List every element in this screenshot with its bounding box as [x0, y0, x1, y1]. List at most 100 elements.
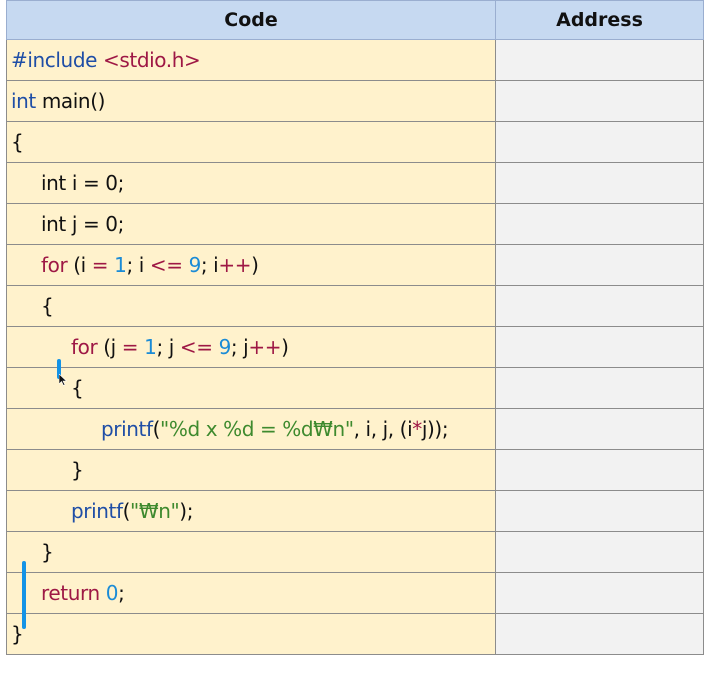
- table-row: int i = 0;: [6, 162, 704, 204]
- code-cell[interactable]: printf("₩n");: [6, 490, 496, 532]
- code-text: j));: [421, 417, 449, 441]
- operator-token: =: [91, 253, 109, 277]
- code-text: ; i: [200, 253, 219, 277]
- code-line: }: [11, 622, 24, 646]
- code-cell[interactable]: int j = 0;: [6, 203, 496, 245]
- code-cell[interactable]: }: [6, 531, 496, 573]
- keyword-token: for: [41, 253, 68, 277]
- code-cell[interactable]: for (i = 1; i <= 9; i++): [6, 244, 496, 286]
- keyword-token: return: [41, 581, 100, 605]
- function-token: printf: [101, 417, 153, 441]
- preprocessor-token: #include: [11, 48, 98, 72]
- code-line: for (i = 1; i <= 9; i++): [7, 253, 259, 277]
- keyword-token: int: [41, 171, 66, 195]
- address-cell[interactable]: [495, 408, 704, 450]
- number-token: 1: [144, 335, 157, 359]
- code-text: (: [122, 499, 131, 523]
- operator-token: ++: [248, 335, 282, 359]
- highlight-mark: [22, 561, 26, 629]
- operator-token: =: [121, 335, 139, 359]
- code-text: (: [152, 417, 161, 441]
- mouse-pointer-icon: [59, 374, 67, 386]
- address-cell[interactable]: [495, 121, 704, 163]
- operator-token: <=: [179, 335, 213, 359]
- code-line: for (j = 1; j <= 9; j++): [7, 335, 289, 359]
- code-cell[interactable]: int main(): [6, 80, 496, 122]
- code-line: {: [11, 130, 24, 154]
- address-cell[interactable]: [495, 326, 704, 368]
- code-text: ;: [118, 581, 125, 605]
- table-row: for (i = 1; i <= 9; i++): [6, 244, 704, 286]
- code-line: int main(): [7, 89, 105, 113]
- number-token: 9: [188, 253, 202, 277]
- address-cell[interactable]: [495, 531, 704, 573]
- string-token: "₩n": [130, 499, 180, 523]
- code-line: #include <stdio.h>: [7, 48, 201, 72]
- address-cell[interactable]: [495, 367, 704, 409]
- address-cell[interactable]: [495, 285, 704, 327]
- code-text: main(): [35, 89, 106, 113]
- number-token: 9: [218, 335, 232, 359]
- code-cell[interactable]: }: [6, 449, 496, 491]
- table-row: for (j = 1; j <= 9; j++): [6, 326, 704, 368]
- header-row: Code Address: [6, 0, 704, 40]
- code-line: printf("₩n");: [7, 499, 193, 523]
- code-cell[interactable]: #include <stdio.h>: [6, 39, 496, 81]
- table-row: printf("%d x %d = %d₩n", i, j, (i*j));: [6, 408, 704, 450]
- code-cell[interactable]: int i = 0;: [6, 162, 496, 204]
- number-token: 1: [114, 253, 127, 277]
- table-row: int j = 0;: [6, 203, 704, 245]
- table-row: {: [6, 121, 704, 163]
- code-text: , i, j, (i: [353, 417, 413, 441]
- keyword-token: int: [41, 212, 66, 236]
- code-text: ; j: [230, 335, 249, 359]
- address-cell[interactable]: [495, 449, 704, 491]
- header-token: <stdio.h>: [103, 48, 201, 72]
- address-cell[interactable]: [495, 39, 704, 81]
- code-line: }: [71, 458, 84, 482]
- table-row: printf("₩n");: [6, 490, 704, 532]
- table-row: return 0;: [6, 572, 704, 614]
- code-text: ): [281, 335, 289, 359]
- operator-token: <=: [149, 253, 183, 277]
- code-line: printf("%d x %d = %d₩n", i, j, (i*j));: [7, 417, 449, 441]
- header-code[interactable]: Code: [6, 0, 496, 40]
- code-cell[interactable]: printf("%d x %d = %d₩n", i, j, (i*j));: [6, 408, 496, 450]
- code-line: int j = 0;: [7, 212, 124, 236]
- code-line: {: [71, 376, 84, 400]
- code-text: );: [179, 499, 194, 523]
- code-cell[interactable]: {: [6, 285, 496, 327]
- code-cell[interactable]: {: [6, 121, 496, 163]
- table-row: }: [6, 449, 704, 491]
- code-text: ; i: [126, 253, 150, 277]
- code-text: j: [65, 212, 83, 236]
- code-text: 0;: [99, 212, 124, 236]
- code-line: {: [41, 294, 54, 318]
- operator-token: ++: [218, 253, 252, 277]
- address-cell[interactable]: [495, 244, 704, 286]
- table-row: {: [6, 367, 704, 409]
- address-cell[interactable]: [495, 203, 704, 245]
- header-address[interactable]: Address: [495, 0, 704, 40]
- keyword-token: for: [71, 335, 98, 359]
- operator-token: =: [82, 171, 100, 195]
- code-cell[interactable]: for (j = 1; j <= 9; j++): [6, 326, 496, 368]
- code-line: }: [41, 540, 54, 564]
- keyword-token: int: [11, 89, 36, 113]
- code-cell[interactable]: {: [6, 367, 496, 409]
- address-cell[interactable]: [495, 613, 704, 655]
- code-cell[interactable]: }: [6, 613, 496, 655]
- operator-token: *: [412, 417, 422, 441]
- code-text: (j: [97, 335, 122, 359]
- table-row: }: [6, 531, 704, 573]
- address-cell[interactable]: [495, 490, 704, 532]
- address-cell[interactable]: [495, 162, 704, 204]
- table-row: #include <stdio.h>: [6, 39, 704, 81]
- number-token: 0: [105, 581, 119, 605]
- operator-token: =: [82, 212, 100, 236]
- address-cell[interactable]: [495, 80, 704, 122]
- code-text: (i: [67, 253, 92, 277]
- address-cell[interactable]: [495, 572, 704, 614]
- code-cell[interactable]: return 0;: [6, 572, 496, 614]
- string-token: "%d x %d = %d₩n": [160, 417, 354, 441]
